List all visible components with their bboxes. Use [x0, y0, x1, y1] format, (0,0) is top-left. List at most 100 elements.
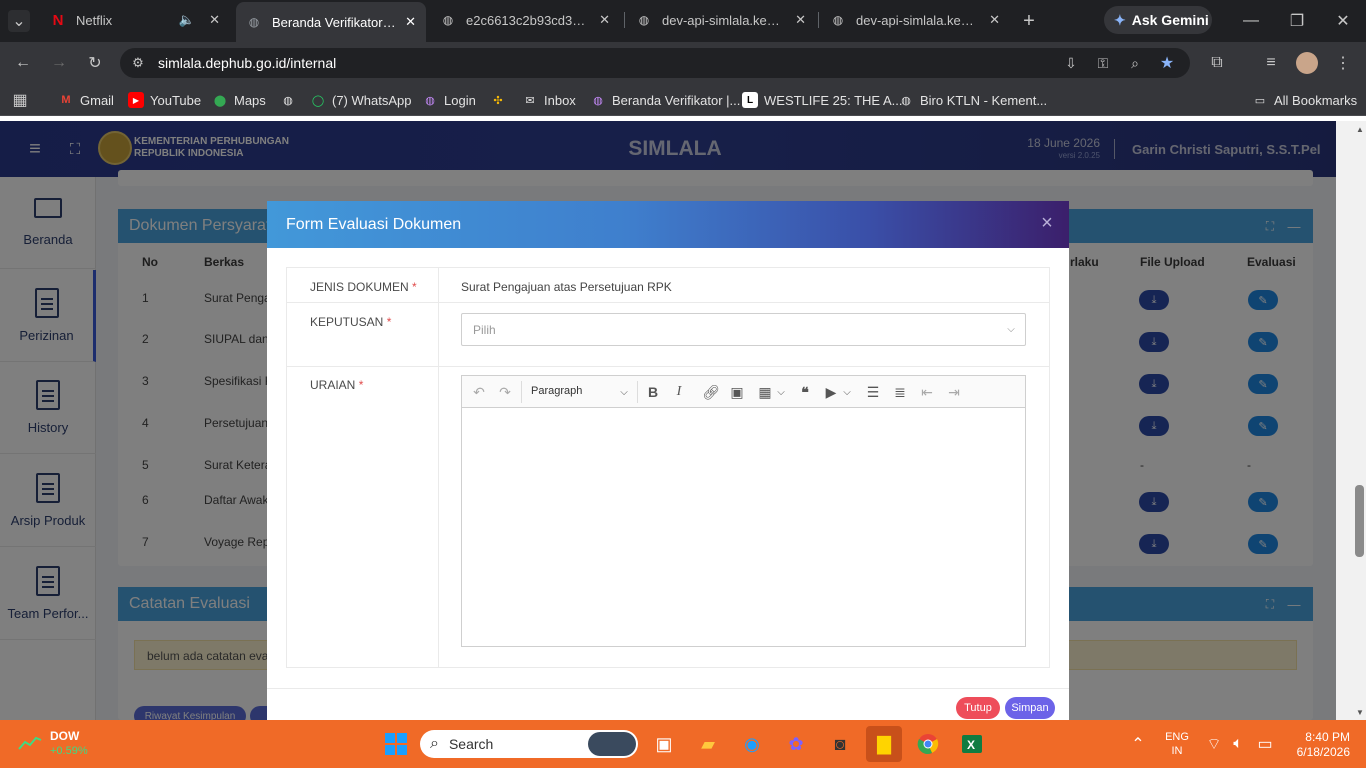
maximize-icon[interactable]: ❐: [1286, 10, 1308, 32]
media-icon[interactable]: ≡: [1260, 52, 1282, 74]
tab-e2c[interactable]: ◍ e2c6613c2b93cd31826 ✕: [430, 6, 620, 34]
url-text[interactable]: simlala.dephub.go.id/internal: [158, 55, 336, 73]
task-view-icon[interactable]: ▣: [648, 728, 680, 760]
stock-widget-icon[interactable]: [18, 734, 42, 752]
menu-icon[interactable]: ⋮: [1332, 52, 1354, 74]
bookmark-beranda[interactable]: ◍ Beranda Verifikator |...: [590, 90, 740, 110]
search-highlight-image: [588, 732, 636, 756]
modal-title: Form Evaluasi Dokumen: [286, 215, 462, 233]
blockquote-icon[interactable]: ❝: [795, 383, 815, 401]
heading-dropdown[interactable]: Paragraph: [531, 385, 582, 397]
youtube-icon: ▶: [128, 92, 144, 108]
extensions-icon[interactable]: ⧉: [1206, 52, 1228, 74]
bookmark-star-icon[interactable]: ★: [1156, 52, 1178, 74]
chevron-down-icon[interactable]: ⌵: [1003, 321, 1019, 337]
close-window-icon[interactable]: ✕: [1332, 10, 1354, 32]
chevron-down-icon[interactable]: ⌵: [775, 383, 787, 401]
simpan-button[interactable]: Simpan: [1005, 697, 1055, 719]
close-tab-icon[interactable]: ✕: [209, 12, 220, 28]
bookmark-biro[interactable]: ◍ Biro KTLN - Kement...: [898, 90, 1047, 110]
camera-icon[interactable]: ◙: [824, 728, 856, 760]
scrollbar-track[interactable]: [1354, 121, 1366, 720]
globe-icon: ◍: [638, 13, 650, 27]
globe-icon: ◍: [442, 13, 454, 27]
speaker-icon[interactable]: 🔈: [179, 12, 195, 28]
scroll-up-icon[interactable]: ▲: [1354, 123, 1366, 135]
ask-gemini-button[interactable]: ✦ Ask Gemini: [1104, 6, 1212, 34]
password-key-icon[interactable]: ⚿: [1092, 52, 1114, 74]
modal-close-icon[interactable]: ×: [1037, 213, 1057, 233]
stock-name[interactable]: DOW: [50, 729, 79, 743]
close-tab-icon[interactable]: ✕: [795, 12, 806, 28]
wifi-icon[interactable]: ⌔: [1204, 734, 1224, 754]
show-hidden-icons-icon[interactable]: ⌃: [1128, 734, 1148, 754]
site-info-icon[interactable]: ⚙: [128, 53, 148, 73]
bold-icon[interactable]: B: [643, 383, 663, 401]
new-tab-icon[interactable]: +: [1018, 10, 1040, 32]
redo-icon[interactable]: ↷: [495, 383, 515, 401]
keputusan-label: KEPUTUSAN *: [310, 315, 392, 329]
outdent-icon[interactable]: ⇤: [917, 383, 937, 401]
close-tab-icon[interactable]: ✕: [599, 12, 610, 28]
chrome-icon[interactable]: [912, 728, 944, 760]
bulleted-list-icon[interactable]: ☰: [863, 383, 883, 401]
table-icon[interactable]: ▦: [755, 383, 775, 401]
minimize-icon[interactable]: —: [1240, 10, 1262, 32]
edge-icon[interactable]: ◉: [736, 728, 768, 760]
close-tab-icon[interactable]: ✕: [405, 14, 416, 30]
bookmark-globe[interactable]: ◍: [280, 90, 302, 110]
numbered-list-icon[interactable]: ≣: [890, 383, 910, 401]
bookmark-westlife[interactable]: L WESTLIFE 25: THE A...: [742, 90, 902, 110]
apps-grid-icon[interactable]: ▦: [10, 90, 30, 110]
scrollbar-thumb[interactable]: [1355, 485, 1364, 557]
bookmark-maps[interactable]: ⬤ Maps: [212, 90, 266, 110]
bookmark-pinwheel[interactable]: ✣: [490, 90, 512, 110]
globe-icon: ◍: [283, 94, 293, 107]
volume-icon[interactable]: 🔈︎: [1228, 734, 1248, 754]
toolbar-separator: [521, 381, 522, 403]
insert-image-icon[interactable]: ▣: [727, 383, 747, 401]
forward-icon[interactable]: →: [48, 52, 70, 74]
battery-icon[interactable]: ▭: [1254, 734, 1276, 754]
file-explorer-icon[interactable]: ▰: [692, 728, 724, 760]
link-icon[interactable]: 🔗︎: [701, 383, 721, 401]
bookmark-gmail[interactable]: M Gmail: [58, 90, 114, 110]
zoom-icon[interactable]: ⌕: [1124, 52, 1146, 74]
tab-search-button[interactable]: ⌄: [8, 10, 30, 32]
reload-icon[interactable]: ↻: [84, 52, 106, 74]
undo-icon[interactable]: ↶: [469, 383, 489, 401]
login-icon: ◍: [425, 94, 435, 107]
close-tab-icon[interactable]: ✕: [989, 12, 1000, 28]
back-icon[interactable]: ←: [12, 52, 34, 74]
folder-icon: ▭: [1254, 94, 1266, 107]
bookmark-inbox[interactable]: ✉ Inbox: [522, 90, 575, 110]
indent-icon[interactable]: ⇥: [944, 383, 964, 401]
bookmark-whatsapp[interactable]: ◯ (7) WhatsApp: [310, 90, 412, 110]
all-bookmarks[interactable]: ▭ All Bookmarks: [1252, 90, 1357, 110]
stock-change: +0.59%: [50, 745, 88, 757]
scroll-down-icon[interactable]: ▼: [1354, 706, 1366, 718]
clock[interactable]: 8:40 PM 6/18/2026: [1290, 730, 1350, 760]
profile-avatar[interactable]: [1296, 52, 1318, 74]
form-row-divider: [286, 366, 1050, 367]
language-indicator[interactable]: ENG IN: [1160, 730, 1194, 758]
install-icon[interactable]: ⇩: [1060, 52, 1082, 74]
windows-start-icon[interactable]: [380, 728, 412, 760]
bookmark-youtube[interactable]: ▶ YouTube: [128, 90, 201, 110]
bookmark-login[interactable]: ◍ Login: [422, 90, 476, 110]
tab-dev-api-2[interactable]: ◍ dev-api-simlala.kemen ✕: [820, 6, 1010, 34]
tab-beranda[interactable]: ◍ Beranda Verifikator | Si ✕: [236, 2, 426, 42]
tab-dev-api-1[interactable]: ◍ dev-api-simlala.kemen ✕: [626, 6, 816, 34]
chevron-down-icon[interactable]: ⌵: [617, 383, 631, 401]
copilot-icon[interactable]: ✿: [780, 728, 812, 760]
excel-icon[interactable]: X: [956, 728, 988, 760]
tutup-button[interactable]: Tutup: [956, 697, 1000, 719]
italic-icon[interactable]: I: [669, 383, 689, 401]
chevron-down-icon[interactable]: ⌵: [841, 383, 853, 401]
media-embed-icon[interactable]: ▶: [821, 383, 841, 401]
pinwheel-icon: ✣: [493, 94, 503, 107]
sticky-notes-icon[interactable]: ▇: [866, 726, 902, 762]
tab-netflix[interactable]: N Netflix 🔈 ✕: [40, 6, 230, 34]
editor-content-area[interactable]: [462, 409, 1025, 646]
keputusan-select[interactable]: Pilih: [461, 313, 1026, 346]
